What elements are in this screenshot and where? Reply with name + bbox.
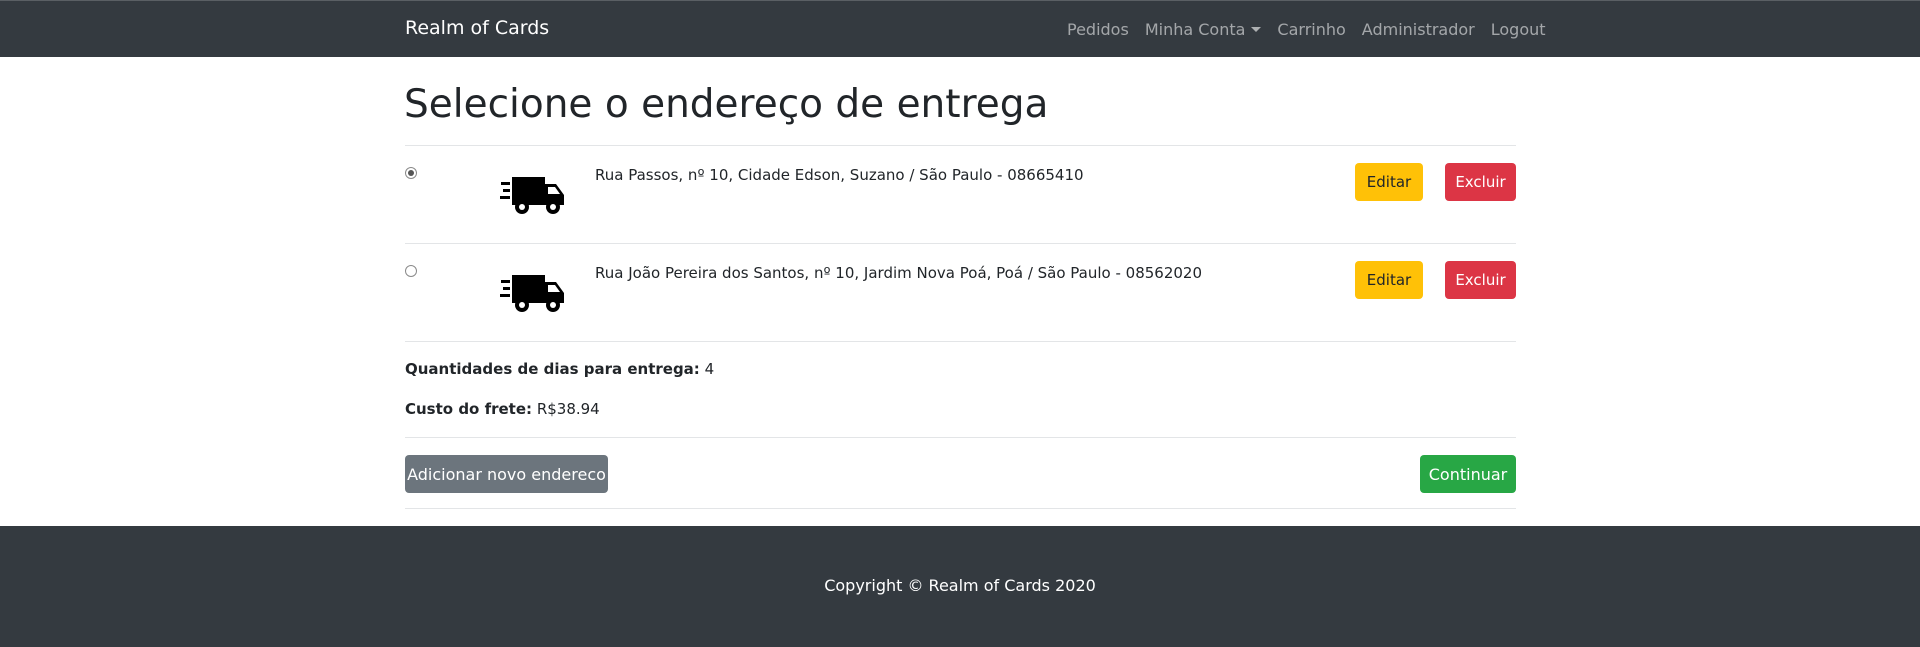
address-row: Rua João Pereira dos Santos, nº 10, Jard… <box>405 244 1516 342</box>
nav-item-label: Minha Conta <box>1144 20 1246 39</box>
delete-button[interactable]: Excluir <box>1445 163 1516 201</box>
footer: Copyright © Realm of Cards 2020 <box>0 526 1920 647</box>
nav-item-label: Administrador <box>1361 20 1475 39</box>
shipping-cost: Custo do frete: R$38.94 <box>405 400 600 418</box>
nav-item-logout[interactable]: Logout <box>1491 20 1546 39</box>
address-text: Rua João Pereira dos Santos, nº 10, Jard… <box>595 264 1203 282</box>
edit-button[interactable]: Editar <box>1355 163 1423 201</box>
edit-button[interactable]: Editar <box>1355 261 1423 299</box>
nav-item-label: Logout <box>1490 20 1546 39</box>
copyright-text: Copyright © Realm of Cards 2020 <box>824 576 1096 595</box>
shipping-cost-value: R$38.94 <box>536 400 600 418</box>
divider <box>405 341 1516 342</box>
continue-button[interactable]: Continuar <box>1420 455 1516 493</box>
nav-item-minha-conta[interactable]: Minha Conta <box>1145 20 1262 39</box>
brand-link[interactable]: Realm of Cards <box>405 17 549 39</box>
page-title: Selecione o endereço de entrega <box>404 82 1049 127</box>
delete-button[interactable]: Excluir <box>1445 261 1516 299</box>
nav-menu: Pedidos Minha Conta Carrinho Administrad… <box>1067 20 1546 39</box>
address-text: Rua Passos, nº 10, Cidade Edson, Suzano … <box>595 166 1084 184</box>
truck-icon <box>500 177 564 214</box>
address-row: Rua Passos, nº 10, Cidade Edson, Suzano … <box>405 146 1516 244</box>
nav-item-carrinho[interactable]: Carrinho <box>1277 20 1345 39</box>
add-address-button[interactable]: Adicionar novo endereco <box>405 455 608 493</box>
truck-icon <box>500 275 564 312</box>
delivery-days-label: Quantidades de dias para entrega: <box>405 360 700 378</box>
nav-item-pedidos[interactable]: Pedidos <box>1067 20 1129 39</box>
divider <box>405 508 1516 509</box>
caret-down-icon <box>1251 27 1262 32</box>
nav-item-label: Pedidos <box>1067 20 1129 39</box>
delivery-days: Quantidades de dias para entrega: 4 <box>405 360 714 378</box>
address-radio[interactable] <box>405 167 417 179</box>
nav-item-label: Carrinho <box>1277 20 1346 39</box>
shipping-cost-label: Custo do frete: <box>405 400 533 418</box>
delivery-days-value: 4 <box>704 360 715 378</box>
address-radio[interactable] <box>405 265 417 277</box>
divider <box>405 437 1516 438</box>
nav-item-administrador[interactable]: Administrador <box>1362 20 1475 39</box>
navbar: Realm of Cards Pedidos Minha Conta Carri… <box>0 0 1920 57</box>
